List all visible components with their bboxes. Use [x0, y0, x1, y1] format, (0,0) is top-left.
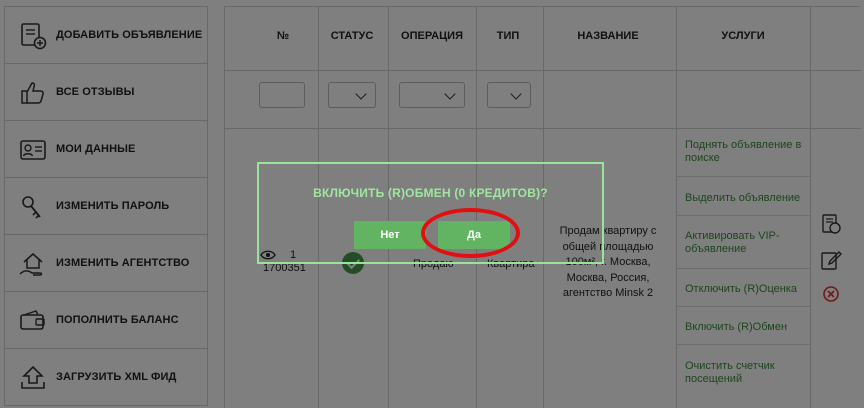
- dialog-title: ВКЛЮЧИТЬ (R)ОБМЕН (0 КРЕДИТОВ)?: [313, 186, 548, 200]
- highlight-circle: [421, 208, 520, 258]
- confirm-dialog: ВКЛЮЧИТЬ (R)ОБМЕН (0 КРЕДИТОВ)? Нет Да: [257, 162, 604, 264]
- no-button[interactable]: Нет: [354, 221, 426, 249]
